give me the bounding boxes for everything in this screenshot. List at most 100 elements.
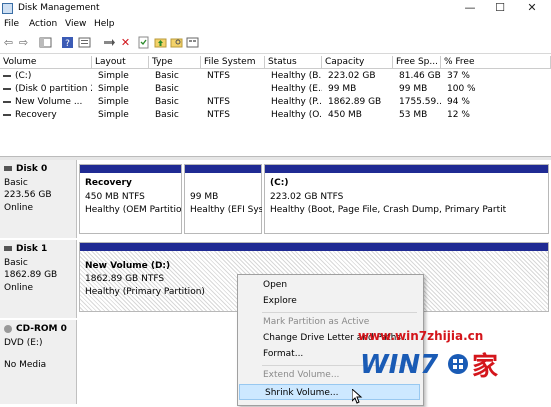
watermark-logo: WIN7 家 [358, 345, 528, 386]
table-cell: NTFS [207, 71, 230, 81]
svg-text:WIN7: WIN7 [360, 350, 439, 380]
console-tree-icon[interactable] [39, 36, 52, 49]
table-cell: Basic [155, 97, 179, 107]
table-cell: 450 MB [328, 110, 362, 120]
close-button[interactable]: ✕ [518, 0, 546, 16]
volume-list: Volume Layout Type File System Status Ca… [0, 56, 551, 156]
table-row[interactable]: (Disk 0 partition 2) Simple Basic Health… [0, 83, 551, 96]
column-header-percent-free[interactable]: % Free [441, 56, 551, 69]
column-header-volume[interactable]: Volume [0, 56, 92, 69]
toolbar: ⇦ ⇨ ? ✕ [0, 33, 551, 54]
menu-bar: File Action View Help [0, 18, 551, 33]
column-header-type[interactable]: Type [149, 56, 201, 69]
menu-view[interactable]: View [65, 19, 86, 29]
disk-icon [4, 246, 12, 251]
table-cell: 223.02 GB [328, 71, 376, 81]
disk-management-app-icon [2, 3, 13, 14]
title-bar: Disk Management — ☐ ✕ [0, 0, 551, 18]
table-cell: Basic [155, 71, 179, 81]
open-icon[interactable] [170, 36, 183, 49]
table-cell: (Disk 0 partition 2) [15, 84, 92, 94]
disk-icon [4, 166, 12, 171]
partition-bar [265, 165, 548, 173]
column-header-file-system[interactable]: File System [201, 56, 265, 69]
disk-0-label[interactable]: Disk 0 Basic 223.56 GB Online [0, 160, 77, 238]
table-row[interactable]: Recovery Simple Basic NTFS Healthy (O...… [0, 109, 551, 122]
connect-icon[interactable] [103, 36, 116, 49]
partition-size: 99 MB [190, 192, 219, 202]
disk-size: 1862.89 GB [4, 270, 58, 280]
disk-size: 223.56 GB [4, 190, 52, 200]
disk-status: Online [4, 283, 34, 293]
table-cell: 99 MB [328, 84, 357, 94]
partition-title: (C:) [270, 178, 289, 188]
menu-item-open[interactable]: Open [238, 277, 421, 293]
disk-type: Basic [4, 258, 28, 268]
column-header-free-space[interactable]: Free Sp... [393, 56, 441, 69]
table-cell: Healthy (P... [271, 97, 322, 107]
table-cell: (C:) [15, 71, 32, 81]
table-row[interactable]: New Volume ... Simple Basic NTFS Healthy… [0, 96, 551, 109]
svg-text:?: ? [65, 39, 70, 49]
svg-text:家: 家 [472, 351, 498, 382]
table-cell: NTFS [207, 110, 230, 120]
mouse-cursor-icon [351, 387, 363, 407]
help-icon[interactable]: ? [61, 36, 74, 49]
maximize-button[interactable]: ☐ [486, 0, 514, 16]
partition-status: Healthy (OEM Partition) [85, 205, 181, 215]
partition-status: Healthy (EFI Syste [190, 205, 262, 215]
table-cell: New Volume ... [15, 97, 83, 107]
column-header-status[interactable]: Status [265, 56, 322, 69]
partition-size: 450 MB NTFS [85, 192, 145, 202]
up-folder-icon[interactable] [154, 36, 167, 49]
disk-name: Disk 1 [16, 244, 48, 254]
volume-icon [3, 75, 11, 77]
partition-title: Recovery [85, 178, 132, 188]
table-cell: Simple [98, 97, 129, 107]
properties-icon[interactable] [78, 36, 91, 49]
disk-name: Disk 0 [16, 164, 48, 174]
disk-name: CD-ROM 0 [16, 324, 67, 334]
menu-separator [262, 312, 417, 313]
menu-item-explore[interactable]: Explore [238, 293, 421, 309]
delete-icon[interactable]: ✕ [119, 36, 132, 49]
table-cell: 94 % [447, 97, 470, 107]
table-cell [204, 83, 265, 96]
window-title: Disk Management [18, 3, 100, 13]
table-row[interactable]: (C:) Simple Basic NTFS Healthy (B... 223… [0, 70, 551, 83]
disk-type: DVD (E:) [4, 338, 43, 348]
partition-bar [80, 243, 548, 251]
cd-icon [4, 325, 12, 333]
partition-recovery[interactable]: Recovery 450 MB NTFS Healthy (OEM Partit… [79, 164, 182, 234]
forward-arrow-icon[interactable]: ⇨ [17, 36, 30, 49]
checklist-icon[interactable] [137, 36, 150, 49]
cdrom-0-label[interactable]: CD-ROM 0 DVD (E:) No Media [0, 320, 77, 404]
partition-bar [185, 165, 261, 173]
table-cell: Basic [155, 110, 179, 120]
table-cell: 99 MB [399, 84, 428, 94]
table-cell: 1755.59... [399, 97, 441, 107]
menu-item-shrink-volume[interactable]: Shrink Volume... [239, 384, 420, 400]
view-icon[interactable] [186, 36, 199, 49]
partition-size: 223.02 GB NTFS [270, 192, 344, 202]
column-header-layout[interactable]: Layout [92, 56, 149, 69]
table-cell: 53 MB [399, 110, 428, 120]
menu-action[interactable]: Action [29, 19, 57, 29]
table-cell: Healthy (B... [271, 71, 322, 81]
column-header-capacity[interactable]: Capacity [322, 56, 393, 69]
table-cell: 37 % [447, 71, 470, 81]
back-arrow-icon[interactable]: ⇦ [2, 36, 15, 49]
table-cell: Simple [98, 84, 129, 94]
table-cell: Recovery [15, 110, 57, 120]
disk-0-partitions: Recovery 450 MB NTFS Healthy (OEM Partit… [77, 160, 551, 238]
disk-1-label[interactable]: Disk 1 Basic 1862.89 GB Online [0, 240, 77, 318]
menu-file[interactable]: File [4, 19, 19, 29]
menu-help[interactable]: Help [94, 19, 115, 29]
menu-item-mark-active: Mark Partition as Active [263, 317, 370, 327]
table-cell: 12 % [447, 110, 470, 120]
partition-c[interactable]: (C:) 223.02 GB NTFS Healthy (Boot, Page … [264, 164, 549, 234]
partition-size: 1862.89 GB NTFS [85, 274, 165, 284]
partition-efi[interactable]: 99 MB Healthy (EFI Syste [184, 164, 262, 234]
table-cell: 81.46 GB [399, 71, 441, 81]
minimize-button[interactable]: — [456, 0, 484, 16]
